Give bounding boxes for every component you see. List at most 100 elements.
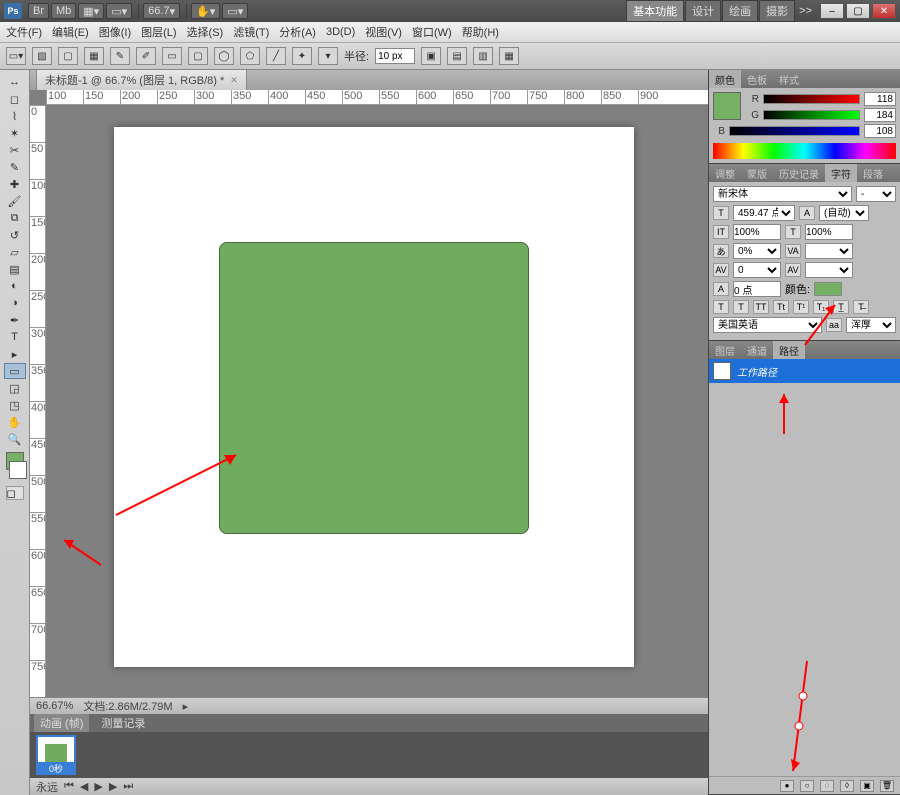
background-color[interactable] (9, 461, 27, 479)
color-swatch[interactable] (713, 92, 741, 120)
menu-view[interactable]: 视图(V) (365, 24, 402, 40)
animation-tab[interactable]: 动画 (帧) (34, 714, 89, 732)
combine-exclude[interactable]: ▦ (499, 47, 519, 65)
ruler-vertical[interactable]: 0501001502002503003504004505005506006507… (30, 105, 46, 697)
combine-intersect[interactable]: ▥ (473, 47, 493, 65)
paragraph-tab[interactable]: 段落 (857, 164, 889, 182)
view-extras[interactable]: ▭▾ (222, 3, 248, 19)
frame-thumbnail[interactable]: 0秒 (36, 735, 76, 775)
maximize-button[interactable]: ▢ (846, 3, 870, 19)
text-color-swatch[interactable] (814, 282, 842, 296)
menu-window[interactable]: 窗口(W) (412, 24, 452, 40)
3d-camera-tool[interactable]: ◳ (4, 397, 26, 413)
pen-icon[interactable]: ✎ (110, 47, 130, 65)
polygon-shape-icon[interactable]: ⬠ (240, 47, 260, 65)
blur-tool[interactable]: ◐ (4, 278, 26, 294)
rounded-rect-shape-icon[interactable]: ▢ (188, 47, 208, 65)
tool-preset[interactable]: ▭▾ (6, 47, 26, 65)
g-input[interactable] (864, 108, 896, 122)
close-tab-icon[interactable]: ✕ (230, 75, 238, 86)
styles-tab[interactable]: 样式 (773, 70, 805, 88)
rounded-rectangle-shape[interactable] (219, 242, 529, 534)
lasso-tool[interactable]: ⌇ (4, 108, 26, 124)
crop-tool[interactable]: ✂ (4, 142, 26, 158)
hscale-input[interactable] (805, 224, 853, 240)
minibridge-button[interactable]: Mb (51, 3, 76, 19)
new-path-icon[interactable]: ▣ (860, 780, 874, 792)
color-ramp[interactable] (713, 143, 896, 159)
canvas[interactable] (114, 127, 634, 667)
history-brush-tool[interactable]: ↺ (4, 227, 26, 243)
minimize-button[interactable]: – (820, 3, 844, 19)
bold-icon[interactable]: T (713, 300, 729, 314)
quick-mask-button[interactable]: ◻ (6, 486, 24, 500)
eyedropper-tool[interactable]: ✎ (4, 159, 26, 175)
zoom-tool[interactable]: 🔍 (4, 431, 26, 447)
menu-analysis[interactable]: 分析(A) (279, 24, 316, 40)
combine-add[interactable]: ▣ (421, 47, 441, 65)
first-frame-icon[interactable]: ⏮ (64, 780, 74, 793)
italic-icon[interactable]: T (733, 300, 749, 314)
menu-file[interactable]: 文件(F) (6, 24, 42, 40)
marquee-tool[interactable]: ◻ (4, 91, 26, 107)
menu-help[interactable]: 帮助(H) (462, 24, 499, 40)
ellipse-shape-icon[interactable]: ◯ (214, 47, 234, 65)
font-family-select[interactable]: 新宋体 (713, 186, 852, 202)
paths-mode[interactable]: ▢ (58, 47, 78, 65)
play-icon[interactable]: ▶ (94, 780, 102, 793)
path-select-tool[interactable]: ▸ (4, 346, 26, 362)
line-shape-icon[interactable]: ╱ (266, 47, 286, 65)
swatches-tab[interactable]: 色板 (741, 70, 773, 88)
combine-subtract[interactable]: ▤ (447, 47, 467, 65)
document-tab[interactable]: 未标题-1 @ 66.7% (图层 1, RGB/8) * ✕ (36, 69, 247, 90)
freeform-pen-icon[interactable]: ✐ (136, 47, 156, 65)
fill-path-icon[interactable]: ● (780, 780, 794, 792)
brush-tool[interactable]: 🖌 (4, 193, 26, 209)
close-button[interactable]: ✕ (872, 3, 896, 19)
3d-tool[interactable]: ◲ (4, 380, 26, 396)
path-to-selection-icon[interactable]: ◌ (820, 780, 834, 792)
screen-mode-button[interactable]: ▭▾ (106, 3, 132, 19)
more-workspaces[interactable]: >> (795, 5, 816, 17)
geometry-options[interactable]: ▾ (318, 47, 338, 65)
menu-filter[interactable]: 滤镜(T) (233, 24, 269, 40)
delete-path-icon[interactable]: 🗑 (880, 780, 894, 792)
selection-to-path-icon[interactable]: ◊ (840, 780, 854, 792)
quick-select-tool[interactable]: ✶ (4, 125, 26, 141)
r-slider[interactable] (763, 94, 860, 104)
kerning-select[interactable]: 0 (733, 262, 781, 278)
path-thumbnail[interactable] (713, 362, 731, 380)
arrange-docs-button[interactable]: ▦▾ (78, 3, 104, 19)
pen-tool[interactable]: ✒ (4, 312, 26, 328)
bridge-button[interactable]: Br (28, 3, 49, 19)
history-tab[interactable]: 历史记录 (773, 164, 825, 182)
fill-pixels-mode[interactable]: ▦ (84, 47, 104, 65)
path-item[interactable]: 工作路径 (709, 359, 900, 383)
next-frame-icon[interactable]: ▶ (109, 780, 117, 793)
path-name[interactable]: 工作路径 (737, 364, 777, 379)
canvas-viewport[interactable] (46, 105, 708, 697)
menu-3d[interactable]: 3D(D) (326, 26, 355, 38)
strike-icon[interactable]: T̶ (853, 300, 869, 314)
measure-log-tab[interactable]: 测量记录 (95, 714, 151, 732)
rect-shape-icon[interactable]: ▭ (162, 47, 182, 65)
antialias-select[interactable]: 浑厚 (846, 317, 896, 333)
healing-tool[interactable]: ✚ (4, 176, 26, 192)
zoom-percent[interactable]: 66.67% (36, 700, 73, 712)
av-select[interactable] (805, 262, 853, 278)
gradient-tool[interactable]: ▤ (4, 261, 26, 277)
allcaps-icon[interactable]: TT (753, 300, 769, 314)
prev-frame-icon[interactable]: ◀ (80, 780, 88, 793)
workspace-essentials[interactable]: 基本功能 (626, 0, 684, 22)
workspace-design[interactable]: 设计 (685, 0, 721, 22)
status-arrow-icon[interactable]: ▸ (183, 700, 189, 713)
g-slider[interactable] (763, 110, 860, 120)
smallcaps-icon[interactable]: Tt (773, 300, 789, 314)
layers-tab[interactable]: 图层 (709, 341, 741, 359)
radius-input[interactable] (375, 48, 415, 64)
menu-edit[interactable]: 编辑(E) (52, 24, 89, 40)
adjustments-tab[interactable]: 调整 (709, 164, 741, 182)
b-slider[interactable] (729, 126, 860, 136)
font-style-select[interactable]: - (856, 186, 896, 202)
r-input[interactable] (864, 92, 896, 106)
